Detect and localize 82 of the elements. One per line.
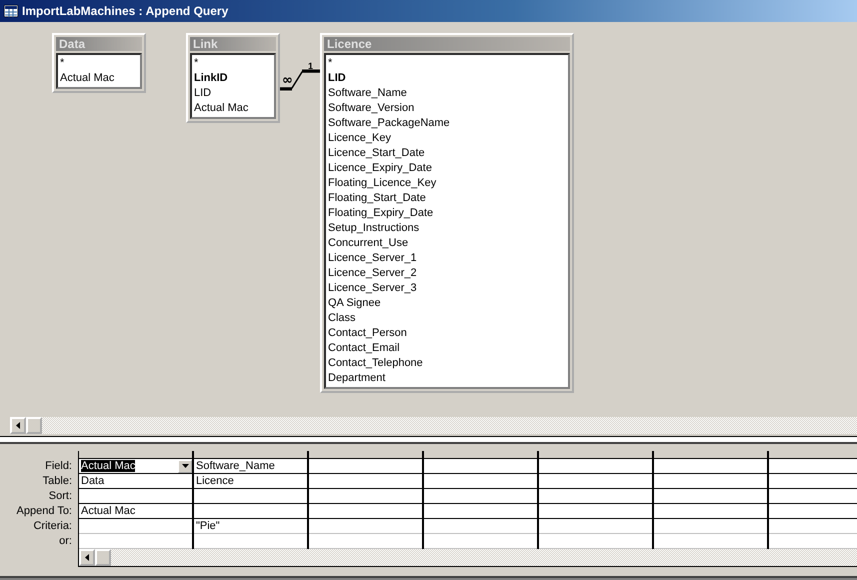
left-arrow-icon <box>16 422 20 429</box>
scroll-left-button[interactable] <box>10 417 26 434</box>
grid-cell[interactable] <box>309 504 422 519</box>
grid-cell[interactable]: Software_Name <box>194 459 307 474</box>
row-label: or: <box>59 534 72 549</box>
field-name[interactable]: Software_Name <box>328 86 566 101</box>
grid-cell[interactable] <box>769 504 857 519</box>
field-name[interactable]: Actual Mac <box>60 71 138 86</box>
field-name[interactable]: Floating_Expiry_Date <box>328 206 566 221</box>
window-title: ImportLabMachines : Append Query <box>22 4 228 18</box>
field-name[interactable]: Actual Mac <box>194 101 272 116</box>
field-name[interactable]: Contact_Person <box>328 326 566 341</box>
field-name[interactable]: Licence_Start_Date <box>328 146 566 161</box>
grid-cell[interactable] <box>769 489 857 504</box>
table-title: Data <box>56 37 142 51</box>
field-name[interactable]: Contact_Telephone <box>328 356 566 371</box>
field-name[interactable]: Licence_Server_1 <box>328 251 566 266</box>
grid-cell[interactable] <box>539 504 652 519</box>
grid-cell[interactable] <box>424 504 537 519</box>
row-label: Criteria: <box>33 519 72 534</box>
pane-splitter[interactable] <box>0 436 857 444</box>
grid-cell[interactable] <box>654 504 767 519</box>
grid-cell[interactable]: "Pie" <box>194 519 307 534</box>
grid-cell[interactable] <box>654 474 767 489</box>
field-name[interactable]: Licence_Server_2 <box>328 266 566 281</box>
field-name[interactable]: Software_Version <box>328 101 566 116</box>
grid-cell[interactable]: Actual Mac <box>79 504 192 519</box>
field-name[interactable]: LID <box>328 71 566 86</box>
grid-cell[interactable] <box>539 459 652 474</box>
field-name[interactable]: * <box>60 56 138 71</box>
grid-cell[interactable] <box>769 474 857 489</box>
scroll-thumb[interactable] <box>95 549 111 566</box>
grid-scrollbar[interactable] <box>79 549 857 567</box>
row-label: Table: <box>42 474 72 489</box>
field-name[interactable]: Setup_Instructions <box>328 221 566 236</box>
field-name[interactable]: Class <box>328 311 566 326</box>
grid-cell[interactable] <box>539 474 652 489</box>
field-list-window[interactable]: Link * LinkID LID Actual Mac <box>186 33 280 123</box>
dropdown-button[interactable] <box>178 460 192 472</box>
grid-cell[interactable] <box>424 459 537 474</box>
field-name[interactable]: Software_PackageName <box>328 116 566 131</box>
row-label: Append To: <box>16 504 72 519</box>
field-list-window[interactable]: Data * Actual Mac <box>52 33 146 93</box>
row-label: Sort: <box>48 489 72 504</box>
field-name[interactable]: Licence_Server_3 <box>328 281 566 296</box>
grid-cell[interactable]: Licence <box>194 474 307 489</box>
grid-cell[interactable] <box>309 459 422 474</box>
query-icon <box>4 5 18 17</box>
field-name[interactable]: LinkID <box>194 71 272 86</box>
table-title: Licence <box>324 37 570 51</box>
grid-cell[interactable] <box>194 489 307 504</box>
grid-cell[interactable] <box>654 459 767 474</box>
left-arrow-icon <box>85 554 89 561</box>
grid-cell[interactable]: Actual Mac <box>79 459 192 474</box>
field-name[interactable]: Licence_Expiry_Date <box>328 161 566 176</box>
field-name[interactable]: Floating_Start_Date <box>328 191 566 206</box>
field-name[interactable]: * <box>194 56 272 71</box>
grid-cell[interactable] <box>309 489 422 504</box>
grid-cell[interactable]: Data <box>79 474 192 489</box>
row-label: Field: <box>45 459 72 474</box>
scroll-left-button[interactable] <box>79 549 95 566</box>
grid-cell[interactable] <box>194 504 307 519</box>
horizontal-scrollbar[interactable] <box>10 417 857 434</box>
grid-cell[interactable] <box>539 489 652 504</box>
field-name[interactable]: Floating_Licence_Key <box>328 176 566 191</box>
field-name[interactable]: QA Signee <box>328 296 566 311</box>
grid-cell[interactable] <box>309 474 422 489</box>
field-name[interactable]: * <box>328 56 566 71</box>
table-title: Link <box>190 37 276 51</box>
field-name[interactable]: Licence_Key <box>328 131 566 146</box>
grid-cell[interactable] <box>424 474 537 489</box>
grid-cell[interactable] <box>424 489 537 504</box>
field-name[interactable]: LID <box>194 86 272 101</box>
field-name[interactable]: Department <box>328 371 566 386</box>
scroll-thumb[interactable] <box>26 417 42 434</box>
field-name[interactable]: Concurrent_Use <box>328 236 566 251</box>
grid-cell[interactable] <box>654 489 767 504</box>
grid-cell[interactable] <box>79 489 192 504</box>
caret-icon <box>182 464 188 468</box>
grid-cell[interactable] <box>769 459 857 474</box>
relationship-line: ∞ 1 <box>280 62 320 92</box>
field-name[interactable]: Contact_Email <box>328 341 566 356</box>
